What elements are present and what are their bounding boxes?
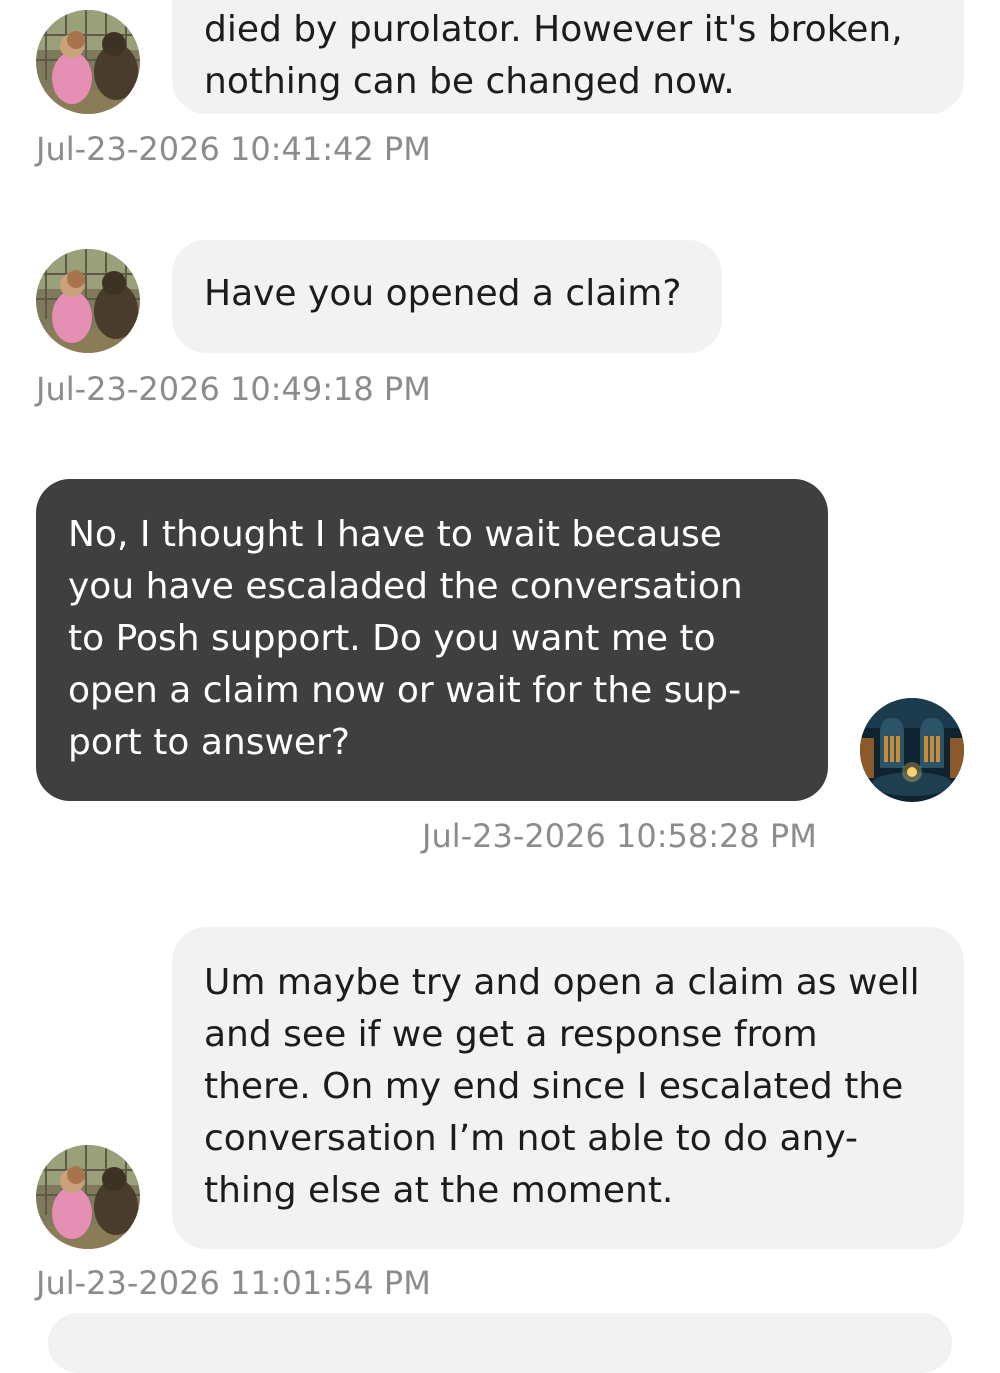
message-timestamp: Jul-23-2026 11:01:54 PM — [36, 1264, 431, 1302]
message-bubble-outgoing[interactable]: No, I thought I have to wait because you… — [36, 479, 828, 801]
message-text: died by purolator. However it's broken, … — [204, 9, 903, 102]
my-avatar[interactable] — [860, 698, 964, 802]
message-timestamp: Jul-23-2026 10:41:42 PM — [36, 130, 431, 168]
sender-avatar[interactable] — [36, 1145, 140, 1249]
message-text: Have you opened a claim? — [204, 273, 682, 314]
message-bubble[interactable]: died by purolator. However it's broken, … — [172, 0, 964, 114]
message-timestamp: Jul-23-2026 10:49:18 PM — [36, 370, 431, 408]
message-text: Um maybe try and open a claim as well an… — [204, 962, 920, 1211]
message-bubble[interactable]: Have you opened a claim? — [172, 240, 722, 353]
message-bubble-partial[interactable] — [48, 1313, 952, 1373]
message-timestamp: Jul-23-2026 10:58:28 PM — [422, 817, 817, 855]
sender-avatar[interactable] — [36, 10, 140, 114]
sender-avatar[interactable] — [36, 249, 140, 353]
message-bubble[interactable]: Um maybe try and open a claim as well an… — [172, 927, 964, 1249]
message-text: No, I thought I have to wait because you… — [68, 514, 743, 763]
